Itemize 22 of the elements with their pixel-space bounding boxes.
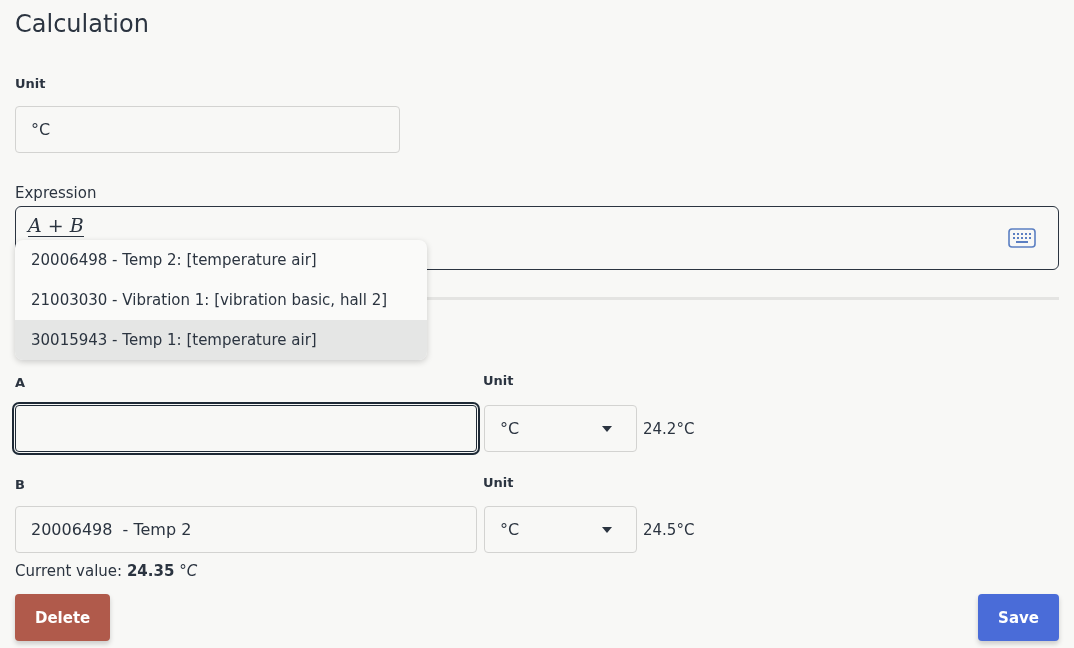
field-label: B: [15, 476, 25, 494]
caret-icon: [602, 425, 612, 432]
variable-input[interactable]: [15, 405, 477, 452]
field-label: Unit: [483, 474, 514, 492]
current-value-text: Current value: 24.35 °C: [15, 561, 198, 581]
field-label: Expression: [15, 183, 97, 203]
field-label: Unit: [483, 372, 514, 390]
keyboard-icon[interactable]: [1008, 228, 1036, 248]
reading-text: 24.5°C: [643, 520, 695, 539]
unit-select[interactable]: °C: [484, 506, 637, 553]
unit-input[interactable]: °C: [15, 106, 400, 153]
suggestion-item[interactable]: 21003030 - Vibration 1: [vibration basic, hall 2]: [15, 280, 427, 320]
delete-button[interactable]: Delete: [15, 594, 111, 641]
save-button[interactable]: Save: [978, 594, 1059, 641]
field-label: A: [15, 374, 26, 392]
page-title: Calculation: [15, 9, 149, 40]
variable-input[interactable]: 20006498 - Temp 2: [15, 506, 477, 553]
unit-select[interactable]: °C: [484, 405, 637, 452]
field-label: Unit: [15, 75, 46, 93]
reading-text: 24.2°C: [643, 419, 695, 438]
suggestion-item[interactable]: 30015943 - Temp 1: [temperature air]: [15, 320, 427, 360]
caret-icon: [602, 526, 612, 533]
